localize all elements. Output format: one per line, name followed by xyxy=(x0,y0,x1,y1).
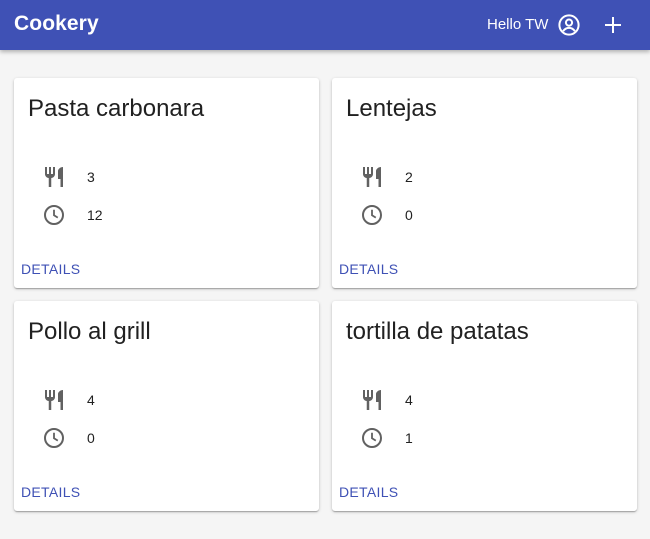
details-button[interactable]: DETAILS xyxy=(21,484,80,500)
restaurant-icon xyxy=(360,388,384,412)
account-circle-icon xyxy=(558,14,580,36)
servings-row: 2 xyxy=(360,165,413,189)
account-button[interactable] xyxy=(555,11,583,39)
recipe-card: Pollo al grill 4 0 DETAILS xyxy=(14,301,319,511)
servings-row: 4 xyxy=(42,388,95,412)
servings-value: 4 xyxy=(87,392,95,408)
recipe-card: tortilla de patatas 4 1 DETAILS xyxy=(332,301,637,511)
time-row: 0 xyxy=(360,203,413,227)
servings-row: 3 xyxy=(42,165,95,189)
time-value: 0 xyxy=(405,207,413,223)
servings-value: 2 xyxy=(405,169,413,185)
clock-icon xyxy=(42,203,66,227)
recipe-title: Pasta carbonara xyxy=(28,95,205,122)
recipe-card: Lentejas 2 0 DETAILS xyxy=(332,78,637,288)
clock-icon xyxy=(360,203,384,227)
clock-icon xyxy=(42,426,66,450)
restaurant-icon xyxy=(360,165,384,189)
add-recipe-button[interactable] xyxy=(599,11,627,39)
app-title: Cookery xyxy=(14,12,99,35)
clock-icon xyxy=(360,426,384,450)
user-greeting: Hello TW xyxy=(487,16,549,33)
restaurant-icon xyxy=(42,388,66,412)
restaurant-icon xyxy=(42,165,66,189)
add-icon xyxy=(605,17,621,33)
time-value: 12 xyxy=(87,207,103,223)
app-bar: Cookery Hello TW xyxy=(0,0,650,50)
recipe-grid: Pasta carbonara 3 12 DETAILS Lentejas 2 xyxy=(14,78,637,511)
recipe-title: Lentejas xyxy=(346,95,437,122)
time-row: 0 xyxy=(42,426,95,450)
time-value: 1 xyxy=(405,430,413,446)
time-row: 1 xyxy=(360,426,413,450)
recipe-title: Pollo al grill xyxy=(28,318,151,345)
time-row: 12 xyxy=(42,203,103,227)
details-button[interactable]: DETAILS xyxy=(339,484,398,500)
servings-value: 4 xyxy=(405,392,413,408)
time-value: 0 xyxy=(87,430,95,446)
recipe-title: tortilla de patatas xyxy=(346,318,529,345)
details-button[interactable]: DETAILS xyxy=(21,261,80,277)
recipe-card: Pasta carbonara 3 12 DETAILS xyxy=(14,78,319,288)
servings-value: 3 xyxy=(87,169,95,185)
servings-row: 4 xyxy=(360,388,413,412)
details-button[interactable]: DETAILS xyxy=(339,261,398,277)
